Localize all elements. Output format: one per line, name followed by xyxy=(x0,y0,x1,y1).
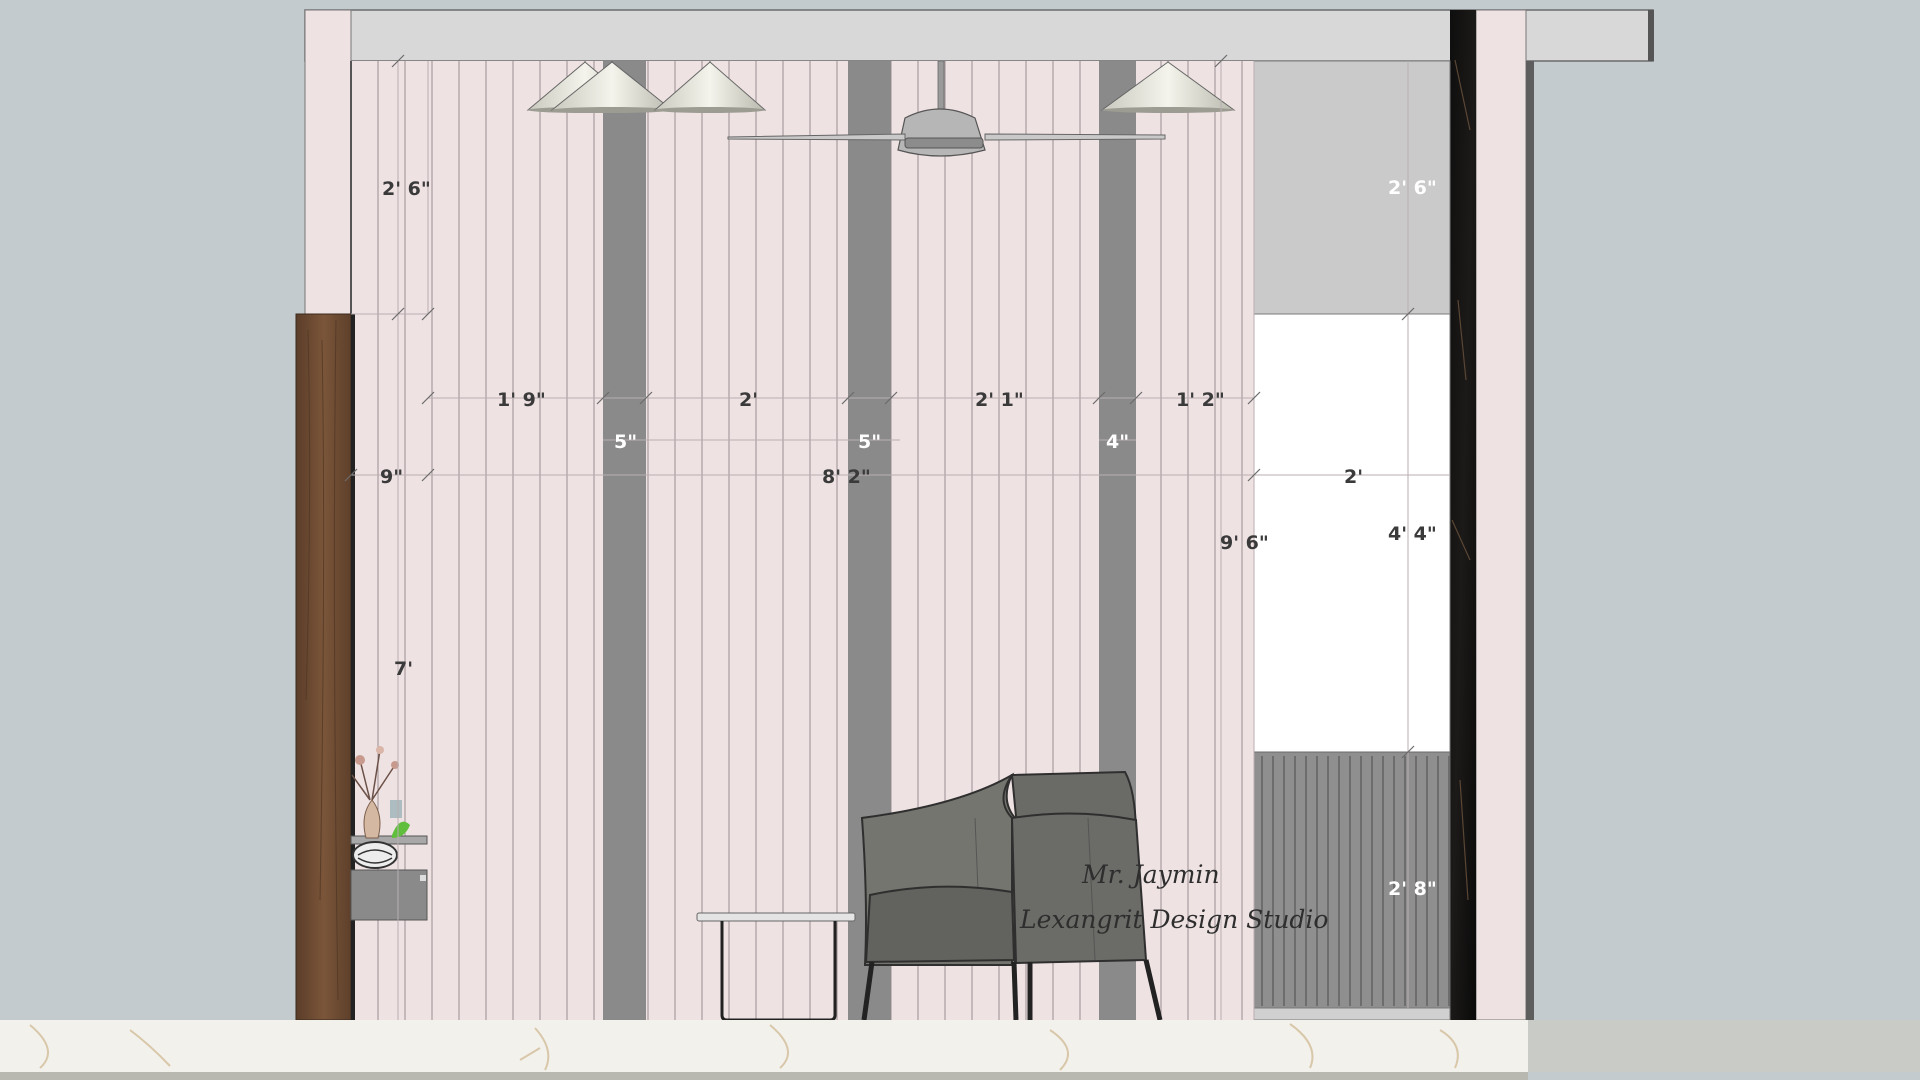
dim-bottom-right-height: 2' 8" xyxy=(1388,878,1437,900)
dim-left-lower-height: 7' xyxy=(394,658,413,680)
dim-panel-1-width: 1' 9" xyxy=(497,389,546,411)
marble-floor xyxy=(0,1020,1920,1080)
dim-window-height: 4' 4" xyxy=(1388,523,1437,545)
dim-top-right-height: 2' 6" xyxy=(1388,177,1437,199)
dim-panel-4-width: 1' 2" xyxy=(1176,389,1225,411)
right-column xyxy=(1475,9,1527,1021)
dim-top-left-height: 2' 6" xyxy=(382,178,431,200)
dim-groove-2-width: 5" xyxy=(858,431,881,453)
dim-panel-3-width: 2' 1" xyxy=(975,389,1024,411)
right-column-edge xyxy=(1526,61,1534,1020)
signature-name: Mr. Jaymin xyxy=(1081,860,1220,889)
groove-1 xyxy=(603,61,646,1020)
dim-groove-1-width: 5" xyxy=(614,431,637,453)
dim-left-strip-width: 9" xyxy=(380,466,403,488)
black-marble-strip xyxy=(1450,10,1476,1020)
dim-panel-2-width: 2' xyxy=(739,389,758,411)
dim-groove-3-width: 4" xyxy=(1106,431,1129,453)
dim-overall-wall-width: 8' 2" xyxy=(822,466,871,488)
signature-studio: Lexangrit Design Studio xyxy=(1019,905,1328,934)
dim-window-width: 2' xyxy=(1344,466,1363,488)
dim-wall-height: 9' 6" xyxy=(1220,532,1269,554)
elevation-drawing: 2' 6" 2' 6" 1' 9" 2' 2' 1" 1' 2" 5" 5" 4… xyxy=(0,0,1920,1080)
